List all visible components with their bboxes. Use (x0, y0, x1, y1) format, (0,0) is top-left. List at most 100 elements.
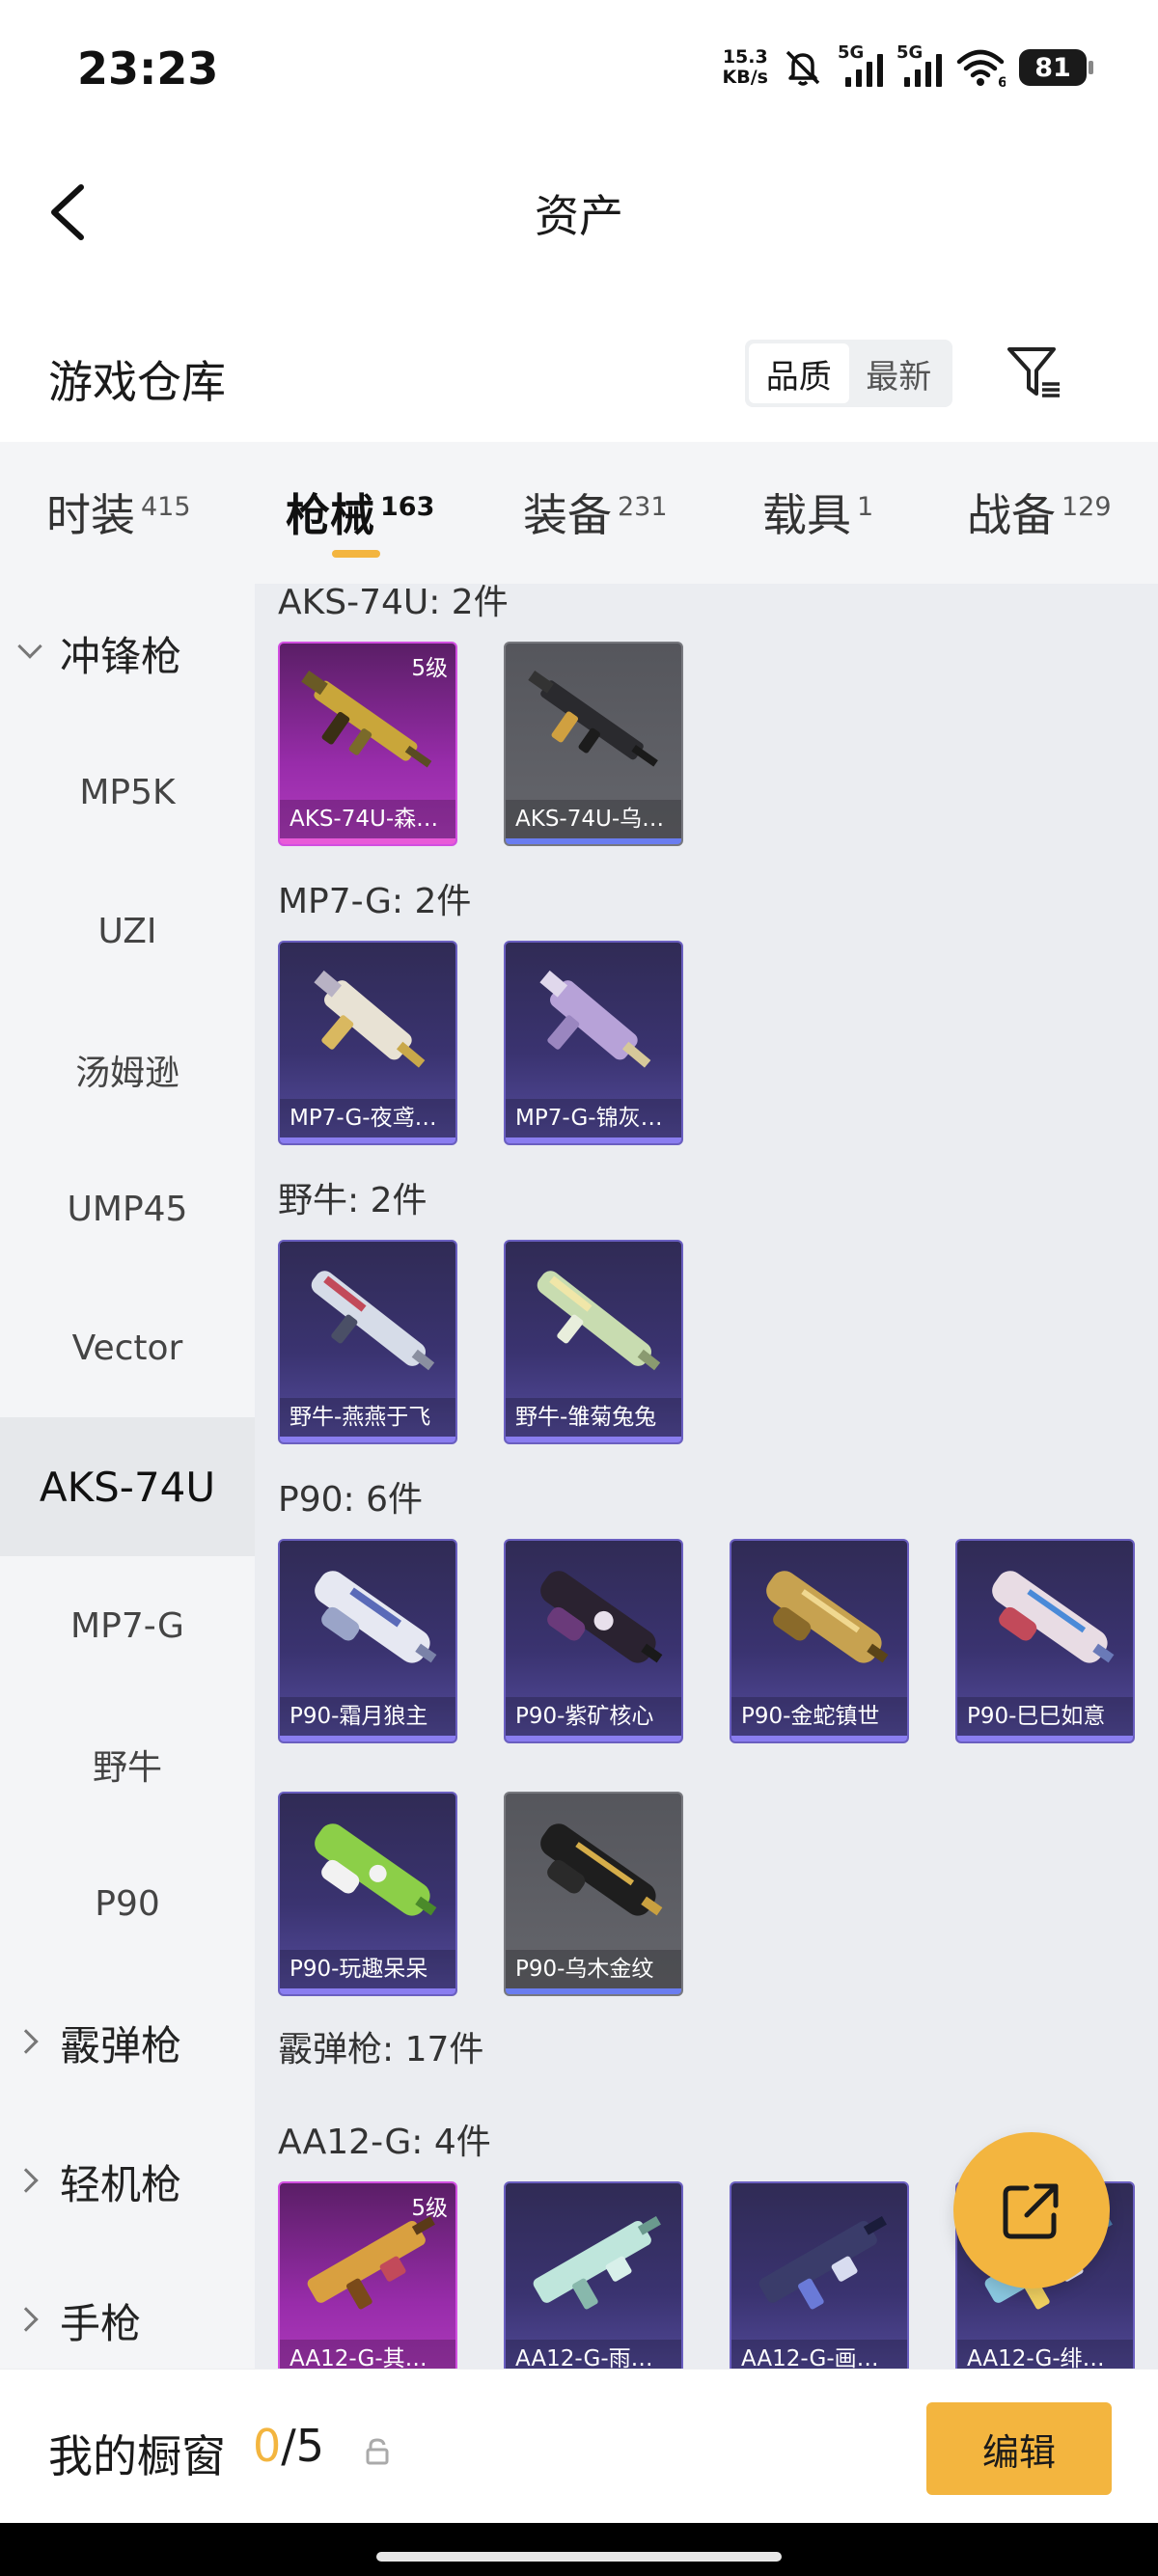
shotgun-skin-icon (758, 2215, 887, 2310)
page-header: 资产 (0, 135, 1158, 289)
network-speed-value: 15.3 (722, 46, 768, 68)
chevron-down-icon (17, 634, 42, 659)
weapon-card[interactable]: 5级 AA12-G-其… (278, 2181, 457, 2369)
filter-icon (1007, 347, 1060, 397)
level-badge: 5级 (411, 656, 448, 681)
page-title: 资产 (535, 190, 623, 242)
status-time: 23:23 (77, 42, 219, 95)
warehouse-title: 游戏仓库 (48, 356, 226, 408)
p90-skin-icon (315, 1823, 437, 1916)
tab-tactical[interactable]: 战备 129 (967, 480, 1112, 544)
weapon-card-name: MP7-G-锦灰… (506, 1099, 681, 1137)
sort-quality-button[interactable]: 品质 (749, 343, 849, 403)
share-button[interactable] (953, 2132, 1110, 2288)
weapon-card-name: AA12-G-雨… (506, 2340, 681, 2369)
weapon-card[interactable]: 野牛-燕燕于飞 (278, 1240, 457, 1444)
section-label: P90: 6件 (278, 1480, 423, 1520)
sidebar-group-shotgun[interactable]: 霰弹枪 (0, 1973, 255, 2112)
level-badge: 5级 (411, 2196, 448, 2221)
weapon-card[interactable]: P90-玩趣呆呆 (278, 1792, 457, 1996)
tab-fashion[interactable]: 时装 415 (46, 480, 191, 544)
lock-icon (366, 2438, 389, 2465)
showcase-count: 0/5 (253, 2420, 325, 2472)
weapon-sidebar: 冲锋枪 MP5K UZI 汤姆逊 UMP45 Vector AKS-74U MP… (0, 584, 255, 2369)
weapon-card-name: P90-霜月狼主 (280, 1697, 455, 1736)
filter-button[interactable] (1004, 342, 1065, 403)
weapon-card[interactable]: P90-紫矿核心 (504, 1539, 683, 1743)
showcase-bar: 我的橱窗 0/5 编辑 (0, 2369, 1158, 2523)
sidebar-item-ump45[interactable]: UMP45 (0, 1139, 255, 1278)
section-label: 野牛: 2件 (278, 1181, 427, 1220)
sidebar-item-p90[interactable]: P90 (0, 1834, 255, 1973)
wifi-icon: 6 (956, 49, 1006, 89)
sidebar-item-mp5k[interactable]: MP5K (0, 723, 255, 862)
weapon-card-name: P90-乌木金纹 (506, 1950, 681, 1988)
weapon-card[interactable]: 野牛-雏菊兔兔 (504, 1240, 683, 1444)
p90-skin-icon (315, 1571, 437, 1663)
edit-button[interactable]: 编辑 (926, 2402, 1112, 2495)
section-label: MP7-G: 2件 (278, 882, 472, 921)
rifle-skin-icon (528, 671, 658, 767)
weapon-card-name: 野牛-雏菊兔兔 (506, 1398, 681, 1437)
sidebar-group-smg[interactable]: 冲锋枪 (0, 584, 255, 723)
weapon-card[interactable]: 5级 AKS-74U-森… (278, 642, 457, 846)
p90-skin-icon (992, 1571, 1115, 1663)
weapon-card[interactable]: AA12-G-雨… (504, 2181, 683, 2369)
smg-skin-icon (311, 1271, 435, 1371)
battery-icon: 81 (1019, 49, 1093, 86)
weapon-card[interactable]: P90-巳巳如意 (955, 1539, 1135, 1743)
weapon-card[interactable]: AKS-74U-乌… (504, 642, 683, 846)
weapon-card[interactable]: P90-霜月狼主 (278, 1539, 457, 1743)
shotgun-skin-icon (533, 2215, 661, 2310)
smg-skin-icon (537, 1271, 661, 1371)
weapon-card-name: AA12-G-绯… (957, 2340, 1133, 2369)
share-icon (1003, 2183, 1059, 2239)
weapon-card[interactable]: MP7-G-锦灰… (504, 941, 683, 1145)
weapon-card-name: AA12-G-画… (731, 2340, 907, 2369)
section-label: 霰弹枪: 17件 (278, 2030, 484, 2069)
weapon-card-name: P90-玩趣呆呆 (280, 1950, 455, 1988)
chevron-right-icon (14, 2307, 39, 2332)
sidebar-item-bizon[interactable]: 野牛 (0, 1695, 255, 1834)
status-bar: 23:23 15.3 KB/s 5G 5G 6 81 (0, 0, 1158, 135)
weapon-card[interactable]: AA12-G-画… (730, 2181, 909, 2369)
weapon-card[interactable]: P90-乌木金纹 (504, 1792, 683, 1996)
weapon-card-name: AKS-74U-森… (280, 800, 455, 838)
sidebar-item-mp7g[interactable]: MP7-G (0, 1556, 255, 1695)
smg-skin-icon (314, 970, 426, 1068)
p90-skin-icon (540, 1823, 663, 1916)
chevron-right-icon (14, 2168, 39, 2193)
sidebar-group-lmg[interactable]: 轻机枪 (0, 2112, 255, 2251)
section-label: AKS-74U: 2件 (278, 584, 509, 622)
p90-skin-icon (766, 1571, 889, 1663)
showcase-label: 我的橱窗 (48, 2430, 226, 2482)
weapon-content: AKS-74U: 2件 5级 AKS-74U-森… AKS-74U-乌… MP7… (255, 584, 1158, 2369)
sidebar-item-uzi[interactable]: UZI (0, 862, 255, 1000)
status-icons: 15.3 KB/s 5G 5G 6 81 (723, 42, 1093, 93)
network-speed-unit: KB/s (722, 67, 768, 88)
tab-firearms[interactable]: 枪械 163 (286, 480, 434, 544)
weapon-card-name: P90-紫矿核心 (506, 1697, 681, 1736)
chevron-right-icon (14, 2029, 39, 2054)
section-label: AA12-G: 4件 (278, 2123, 491, 2162)
weapon-card-name: AA12-G-其… (280, 2340, 455, 2369)
tab-vehicles[interactable]: 载具 1 (762, 480, 873, 544)
active-tab-indicator (332, 550, 380, 558)
sort-toggle: 品质 最新 (745, 340, 952, 407)
sidebar-item-aks74u[interactable]: AKS-74U (0, 1417, 255, 1556)
signal-2-icon: 5G (896, 42, 942, 87)
p90-skin-icon (540, 1571, 663, 1663)
signal-1-icon: 5G (838, 42, 883, 87)
weapon-card[interactable]: P90-金蛇镇世 (730, 1539, 909, 1743)
sort-newest-button[interactable]: 最新 (849, 343, 950, 403)
weapon-card-name: MP7-G-夜鸢… (280, 1099, 455, 1137)
home-indicator[interactable] (376, 2552, 782, 2562)
sidebar-item-thompson[interactable]: 汤姆逊 (0, 1000, 255, 1139)
network-speed: 15.3 KB/s (723, 47, 768, 88)
sidebar-item-vector[interactable]: Vector (0, 1278, 255, 1417)
weapon-card-name: 野牛-燕燕于飞 (280, 1398, 455, 1437)
wifi-sub: 6 (998, 75, 1006, 89)
weapon-card[interactable]: MP7-G-夜鸢… (278, 941, 457, 1145)
system-nav-bar (0, 2523, 1158, 2576)
tab-equipment[interactable]: 装备 231 (523, 480, 668, 544)
